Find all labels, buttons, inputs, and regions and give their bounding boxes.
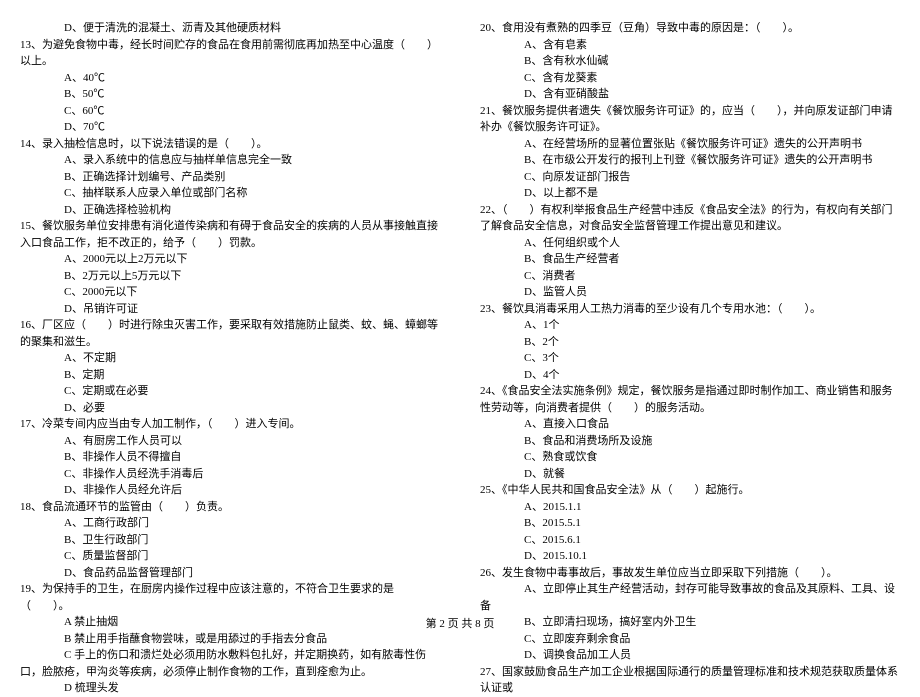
question-text: 21、餐饮服务提供者遗失《餐饮服务许可证》的，应当（ ），并向原发证部门申请补办…: [480, 103, 900, 136]
right-column: 20、食用没有煮熟的四季豆（豆角）导致中毒的原因是：（ ）。A、含有皂素B、含有…: [460, 20, 920, 610]
question-text: 17、冷菜专间内应当由专人加工制作，（ ）进入专间。: [20, 416, 440, 433]
option-text: A、40℃: [20, 70, 440, 87]
question-text: 16、厂区应（ ）时进行除虫灭害工作，要采取有效措施防止鼠类、蚊、蝇、蟑螂等的聚…: [20, 317, 440, 350]
option-text: D、调换食品加工人员: [480, 647, 900, 664]
option-text: A、在经营场所的显著位置张贴《餐饮服务许可证》遗失的公开声明书: [480, 136, 900, 153]
option-text: A、立即停止其生产经营活动，封存可能导致事故的食品及其原料、工具、设备: [480, 581, 900, 614]
option-text: B、卫生行政部门: [20, 532, 440, 549]
option-text: C、2015.6.1: [480, 532, 900, 549]
option-text: C、立即废弃剩余食品: [480, 631, 900, 648]
option-text: A、2000元以上2万元以下: [20, 251, 440, 268]
option-text: A、2015.1.1: [480, 499, 900, 516]
question-text: 24、《食品安全法实施条例》规定，餐饮服务是指通过即时制作加工、商业销售和服务性…: [480, 383, 900, 416]
option-text: C、定期或在必要: [20, 383, 440, 400]
question-text: 20、食用没有煮熟的四季豆（豆角）导致中毒的原因是：（ ）。: [480, 20, 900, 37]
option-text: D、必要: [20, 400, 440, 417]
option-text: D、就餐: [480, 466, 900, 483]
option-text: C、抽样联系人应录入单位或部门名称: [20, 185, 440, 202]
left-column: D、便于清洗的混凝土、沥青及其他硬质材料13、为避免食物中毒，经长时间贮存的食品…: [0, 20, 460, 610]
option-text: B、50℃: [20, 86, 440, 103]
option-text: D、70℃: [20, 119, 440, 136]
option-text: A、含有皂素: [480, 37, 900, 54]
question-text: 15、餐饮服务单位安排患有消化道传染病和有碍于食品安全的疾病的人员从事接触直接入…: [20, 218, 440, 251]
option-text: D、以上都不是: [480, 185, 900, 202]
option-text: C、向原发证部门报告: [480, 169, 900, 186]
option-text: C、含有龙葵素: [480, 70, 900, 87]
option-text: B、2015.5.1: [480, 515, 900, 532]
question-text: 25、《中华人民共和国食品安全法》从（ ）起施行。: [480, 482, 900, 499]
option-text: D、正确选择检验机构: [20, 202, 440, 219]
option-text: B 禁止用手指蘸食物尝味，或是用舔过的手指去分食品: [20, 631, 440, 648]
option-text: A 禁止抽烟: [20, 614, 440, 631]
option-text: B、含有秋水仙碱: [480, 53, 900, 70]
option-text: A、1个: [480, 317, 900, 334]
option-text: B、非操作人员不得擅自: [20, 449, 440, 466]
option-text: C、消费者: [480, 268, 900, 285]
question-text: 26、发生食物中毒事故后，事故发生单位应当立即采取下列措施（ ）。: [480, 565, 900, 582]
option-text: B、定期: [20, 367, 440, 384]
option-text: D 梳理头发: [20, 680, 440, 697]
option-text: C、非操作人员经洗手消毒后: [20, 466, 440, 483]
option-text: D、便于清洗的混凝土、沥青及其他硬质材料: [20, 20, 440, 37]
option-text: D、含有亚硝酸盐: [480, 86, 900, 103]
option-text: B、正确选择计划编号、产品类别: [20, 169, 440, 186]
option-text: A、有厨房工作人员可以: [20, 433, 440, 450]
option-text: D、非操作人员经允许后: [20, 482, 440, 499]
option-text: A、录入系统中的信息应与抽样单信息完全一致: [20, 152, 440, 169]
option-text: A、工商行政部门: [20, 515, 440, 532]
page-container: D、便于清洗的混凝土、沥青及其他硬质材料13、为避免食物中毒，经长时间贮存的食品…: [0, 0, 920, 610]
option-text: B、在市级公开发行的报刊上刊登《餐饮服务许可证》遗失的公开声明书: [480, 152, 900, 169]
option-text: B、立即清扫现场，搞好室内外卫生: [480, 614, 900, 631]
option-text: C、60℃: [20, 103, 440, 120]
question-text: 13、为避免食物中毒，经长时间贮存的食品在食用前需彻底再加热至中心温度（ ）以上…: [20, 37, 440, 70]
option-text: D、吊销许可证: [20, 301, 440, 318]
option-text: C、2000元以下: [20, 284, 440, 301]
option-text: C 手上的伤口和溃烂处必须用防水敷料包扎好，并定期换药，如有脓毒性伤口，脸脓疮，…: [20, 647, 440, 680]
option-text: A、直接入口食品: [480, 416, 900, 433]
option-text: A、任何组织或个人: [480, 235, 900, 252]
option-text: C、质量监督部门: [20, 548, 440, 565]
option-text: B、食品生产经营者: [480, 251, 900, 268]
option-text: B、2万元以上5万元以下: [20, 268, 440, 285]
question-text: 18、食品流通环节的监管由（ ）负责。: [20, 499, 440, 516]
option-text: C、熟食或饮食: [480, 449, 900, 466]
option-text: A、不定期: [20, 350, 440, 367]
question-text: 22、（ ）有权利举报食品生产经营中违反《食品安全法》的行为，有权向有关部门了解…: [480, 202, 900, 235]
question-text: 14、录入抽检信息时，以下说法错误的是（ ）。: [20, 136, 440, 153]
option-text: D、食品药品监督管理部门: [20, 565, 440, 582]
option-text: D、4个: [480, 367, 900, 384]
option-text: D、监管人员: [480, 284, 900, 301]
option-text: B、食品和消费场所及设施: [480, 433, 900, 450]
question-text: 23、餐饮具消毒采用人工热力消毒的至少设有几个专用水池：（ ）。: [480, 301, 900, 318]
question-text: 27、国家鼓励食品生产加工企业根据国际通行的质量管理标准和技术规范获取质量体系认…: [480, 664, 900, 697]
question-text: 19、为保持手的卫生，在厨房内操作过程中应该注意的，不符合卫生要求的是（ ）。: [20, 581, 440, 614]
option-text: B、2个: [480, 334, 900, 351]
option-text: D、2015.10.1: [480, 548, 900, 565]
option-text: C、3个: [480, 350, 900, 367]
